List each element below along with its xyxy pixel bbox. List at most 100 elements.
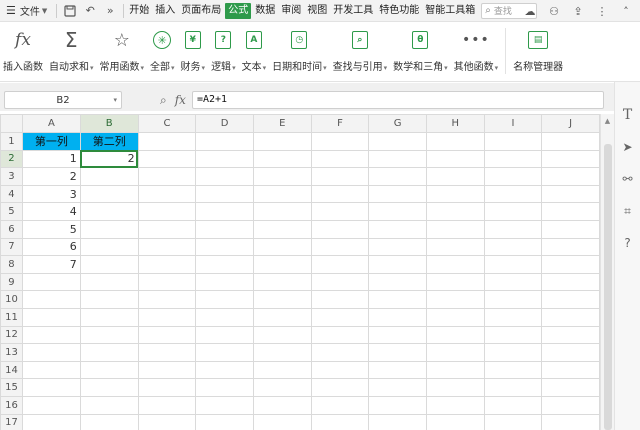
cell-E16[interactable] [252, 395, 312, 415]
column-header[interactable]: G [368, 114, 427, 133]
cell-I13[interactable] [483, 343, 543, 362]
cell-E4[interactable] [252, 184, 312, 204]
cell-C17[interactable] [137, 413, 197, 430]
cell-C15[interactable] [137, 378, 197, 397]
lookup-reference-button[interactable]: ⌕ 查找与引用▾ [330, 28, 391, 76]
cursor-icon[interactable]: ➤ [619, 138, 637, 156]
cell-G6[interactable] [368, 219, 427, 239]
column-header[interactable]: E [252, 114, 312, 133]
tab-0[interactable]: 开始 [127, 3, 151, 19]
cell-J4[interactable] [541, 184, 600, 204]
cell-J17[interactable] [541, 413, 600, 430]
cell-E9[interactable] [252, 272, 312, 292]
cell-G17[interactable] [368, 413, 427, 430]
cell-J3[interactable] [541, 167, 600, 186]
cell-B16[interactable] [79, 395, 139, 415]
save-icon[interactable] [62, 3, 78, 19]
cell-D3[interactable] [195, 167, 254, 186]
row-header[interactable]: 2 [0, 149, 23, 169]
cell-F8[interactable] [310, 255, 370, 274]
cell-E12[interactable] [252, 325, 312, 345]
row-header[interactable]: 1 [0, 132, 23, 151]
cell-A1[interactable]: 第一列 [21, 132, 81, 151]
row-header[interactable]: 4 [0, 184, 23, 204]
cell-F1[interactable] [310, 132, 370, 151]
share-icon[interactable]: ⇪ [570, 3, 586, 19]
row-header[interactable]: 7 [0, 237, 23, 257]
cell-B17[interactable] [79, 413, 139, 430]
insert-function-button[interactable]: fx 插入函数 [0, 28, 46, 76]
cell-E6[interactable] [252, 219, 312, 239]
column-header[interactable]: D [195, 114, 254, 133]
math-trig-button[interactable]: θ 数学和三角▾ [390, 28, 451, 76]
cell-I14[interactable] [483, 360, 543, 380]
cell-F5[interactable] [310, 202, 370, 221]
row-header[interactable]: 15 [0, 378, 23, 397]
select-all-corner[interactable] [0, 114, 23, 133]
more-quick-access-icon[interactable]: » [102, 3, 118, 19]
cell-A8[interactable]: 7 [21, 255, 81, 274]
zoom-icon[interactable]: ⌕ [160, 93, 167, 108]
cell-D2[interactable] [195, 149, 254, 169]
cell-B11[interactable] [79, 307, 139, 327]
cell-G13[interactable] [368, 343, 427, 362]
cell-B8[interactable] [79, 255, 139, 274]
column-header[interactable]: J [541, 114, 600, 133]
cell-A6[interactable]: 5 [21, 219, 81, 239]
cell-F7[interactable] [310, 237, 370, 257]
cell-B3[interactable] [79, 167, 139, 186]
cell-E1[interactable] [252, 132, 312, 151]
cell-G14[interactable] [368, 360, 427, 380]
cell-C2[interactable] [137, 149, 197, 169]
cell-F10[interactable] [310, 290, 370, 309]
cell-I7[interactable] [483, 237, 543, 257]
cell-I8[interactable] [483, 255, 543, 274]
cell-A11[interactable] [21, 307, 81, 327]
cell-F3[interactable] [310, 167, 370, 186]
cell-C14[interactable] [137, 360, 197, 380]
adjust-icon[interactable]: ⚯ [619, 170, 637, 188]
text-style-icon[interactable]: T [619, 106, 637, 124]
name-manager-button[interactable]: ▤ 名称管理器 [510, 28, 566, 76]
scrollbar-thumb[interactable] [604, 144, 612, 430]
cell-B14[interactable] [79, 360, 139, 380]
cell-G4[interactable] [368, 184, 427, 204]
row-header[interactable]: 16 [0, 395, 23, 415]
column-header[interactable]: B [79, 114, 139, 133]
cell-G15[interactable] [368, 378, 427, 397]
cell-E10[interactable] [252, 290, 312, 309]
cell-H4[interactable] [425, 184, 485, 204]
cell-A17[interactable] [21, 413, 81, 430]
cell-G16[interactable] [368, 395, 427, 415]
cell-D1[interactable] [195, 132, 254, 151]
cell-D13[interactable] [195, 343, 254, 362]
cell-A14[interactable] [21, 360, 81, 380]
cell-D7[interactable] [195, 237, 254, 257]
cell-G8[interactable] [368, 255, 427, 274]
cell-G2[interactable] [368, 149, 427, 169]
cell-C16[interactable] [137, 395, 197, 415]
cell-H8[interactable] [425, 255, 485, 274]
cell-J2[interactable] [541, 149, 600, 169]
cell-H11[interactable] [425, 307, 485, 327]
cell-H3[interactable] [425, 167, 485, 186]
cell-C4[interactable] [137, 184, 197, 204]
cell-A16[interactable] [21, 395, 81, 415]
autosum-button[interactable]: Σ 自动求和▾ [46, 28, 97, 76]
cell-D11[interactable] [195, 307, 254, 327]
cell-J11[interactable] [541, 307, 600, 327]
cell-A4[interactable]: 3 [21, 184, 81, 204]
cell-E5[interactable] [252, 202, 312, 221]
row-header[interactable]: 17 [0, 413, 23, 430]
cell-F2[interactable] [310, 149, 370, 169]
crop-icon[interactable]: ⌗ [619, 202, 637, 220]
cell-D4[interactable] [195, 184, 254, 204]
cell-A13[interactable] [21, 343, 81, 362]
cell-B10[interactable] [79, 290, 139, 309]
cell-C3[interactable] [137, 167, 197, 186]
cell-F16[interactable] [310, 395, 370, 415]
cell-I3[interactable] [483, 167, 543, 186]
cell-J14[interactable] [541, 360, 600, 380]
cell-G12[interactable] [368, 325, 427, 345]
cell-I5[interactable] [483, 202, 543, 221]
